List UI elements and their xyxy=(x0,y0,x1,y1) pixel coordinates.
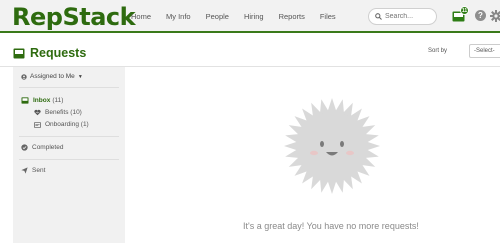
nav-my-info[interactable]: My Info xyxy=(166,12,191,21)
happy-sun-illustration xyxy=(284,98,380,194)
completed-label: Completed xyxy=(32,144,64,151)
paper-plane-icon xyxy=(21,167,28,174)
sort-label: Sort by xyxy=(428,48,448,54)
inbox-tray-icon xyxy=(21,97,29,104)
sidebar-item-onboarding[interactable]: Onboarding (1) xyxy=(34,121,89,128)
search-icon xyxy=(375,13,382,20)
page-title: Requests xyxy=(30,46,87,60)
assigned-filter-label: Assigned to Me xyxy=(30,73,75,80)
sidebar-item-benefits[interactable]: Benefits (10) xyxy=(34,109,82,116)
page-header: Requests Sort by -Select- xyxy=(0,35,500,67)
inbox-count: (11) xyxy=(52,97,64,104)
main-nav: Home My Info People Hiring Reports Files xyxy=(131,12,351,21)
benefits-label: Benefits (10) xyxy=(45,109,82,116)
assigned-filter-dropdown[interactable]: Assigned to Me ▼ xyxy=(21,73,83,80)
help-icon[interactable]: ? xyxy=(475,10,486,21)
divider xyxy=(19,136,119,137)
sidebar-item-completed[interactable]: Completed xyxy=(21,144,63,151)
onboarding-label: Onboarding (1) xyxy=(45,121,89,128)
settings-button[interactable] xyxy=(490,9,500,27)
sidebar-item-sent[interactable]: Sent xyxy=(21,167,45,174)
nav-hiring[interactable]: Hiring xyxy=(244,12,264,21)
inbox-tray-icon xyxy=(13,48,25,59)
chevron-down-icon: ▼ xyxy=(77,73,83,80)
inbox-button[interactable]: 11 xyxy=(452,6,469,22)
divider xyxy=(19,87,119,88)
empty-state-message: It's a great day! You have no more reque… xyxy=(243,221,419,231)
search-input[interactable] xyxy=(385,11,435,22)
inbox-count-badge: 11 xyxy=(460,6,469,15)
inbox-label: Inbox xyxy=(33,97,51,104)
sort-select[interactable]: -Select- xyxy=(469,44,500,58)
top-bar: RepStack Home My Info People Hiring Repo… xyxy=(0,0,500,33)
gear-icon xyxy=(490,10,500,22)
nav-files[interactable]: Files xyxy=(320,12,336,21)
sent-label: Sent xyxy=(32,167,46,174)
heart-icon xyxy=(34,109,41,116)
search-box[interactable] xyxy=(368,8,437,25)
divider xyxy=(19,159,119,160)
app-logo[interactable]: RepStack xyxy=(12,3,136,31)
nav-home[interactable]: Home xyxy=(131,12,151,21)
user-icon xyxy=(21,73,27,80)
nav-reports[interactable]: Reports xyxy=(279,12,305,21)
id-card-icon xyxy=(34,121,41,128)
requests-sidebar: Assigned to Me ▼ Inbox (11) Benefits (10… xyxy=(13,67,125,243)
sidebar-item-inbox[interactable]: Inbox (11) xyxy=(21,97,63,104)
nav-people[interactable]: People xyxy=(206,12,229,21)
check-circle-icon xyxy=(21,144,28,151)
